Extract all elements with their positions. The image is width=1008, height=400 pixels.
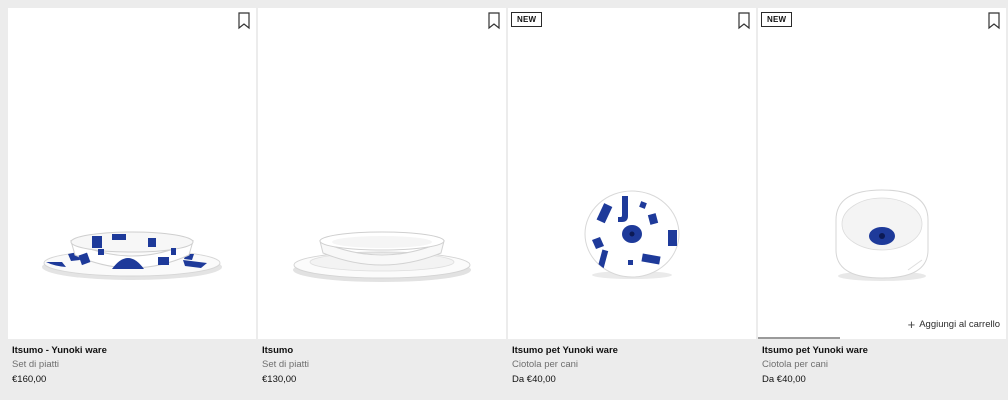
product-name[interactable]: Itsumo pet Yunoki ware bbox=[762, 345, 1002, 357]
product-image-tile[interactable] bbox=[258, 8, 506, 339]
add-to-cart-label: Aggiungi al carrello bbox=[919, 319, 1000, 330]
product-card[interactable]: Itsumo - Yunoki ware Set di piatti €160,… bbox=[8, 8, 256, 386]
add-to-cart-button[interactable]: + Aggiungi al carrello bbox=[907, 316, 1000, 332]
product-subtitle: Ciotola per cani bbox=[762, 359, 829, 370]
product-grid: Itsumo - Yunoki ware Set di piatti €160,… bbox=[8, 8, 1006, 386]
product-info: Itsumo pet Yunoki ware Ciotola per cani … bbox=[758, 339, 1006, 386]
product-price: €160,00 bbox=[12, 374, 47, 385]
product-info: Itsumo - Yunoki ware Set di piatti €160,… bbox=[8, 339, 256, 386]
product-image-tile[interactable] bbox=[8, 8, 256, 339]
product-price: Da €40,00 bbox=[512, 374, 556, 385]
product-info: Itsumo pet Yunoki ware Ciotola per cani … bbox=[508, 339, 756, 386]
product-price: €130,00 bbox=[262, 374, 297, 385]
product-subtitle: Ciotola per cani bbox=[512, 359, 579, 370]
product-card[interactable]: Itsumo Set di piatti €130,00 bbox=[258, 8, 506, 386]
product-subtitle: Set di piatti bbox=[12, 359, 59, 370]
image-scroll-indicator[interactable] bbox=[758, 337, 840, 339]
plate-set-white-image bbox=[293, 231, 471, 282]
plate-set-patterned-image bbox=[42, 231, 222, 280]
product-subtitle: Set di piatti bbox=[262, 359, 309, 370]
product-card[interactable]: NEW + Aggiungi al carrello Itsumo pet Yu… bbox=[758, 8, 1006, 386]
product-info: Itsumo Set di piatti €130,00 bbox=[258, 339, 506, 386]
dog-bowl-white-image bbox=[835, 189, 929, 281]
product-name[interactable]: Itsumo pet Yunoki ware bbox=[512, 345, 752, 357]
plus-icon: + bbox=[907, 316, 916, 332]
product-image-tile[interactable]: NEW + Aggiungi al carrello bbox=[758, 8, 1006, 339]
product-card[interactable]: NEW Itsumo pet Yunoki ware Ciotola per c… bbox=[508, 8, 756, 386]
product-image-tile[interactable]: NEW bbox=[508, 8, 756, 339]
product-name[interactable]: Itsumo bbox=[262, 345, 502, 357]
dog-bowl-patterned-image bbox=[584, 190, 680, 279]
product-price: Da €40,00 bbox=[762, 374, 806, 385]
product-name[interactable]: Itsumo - Yunoki ware bbox=[12, 345, 252, 357]
